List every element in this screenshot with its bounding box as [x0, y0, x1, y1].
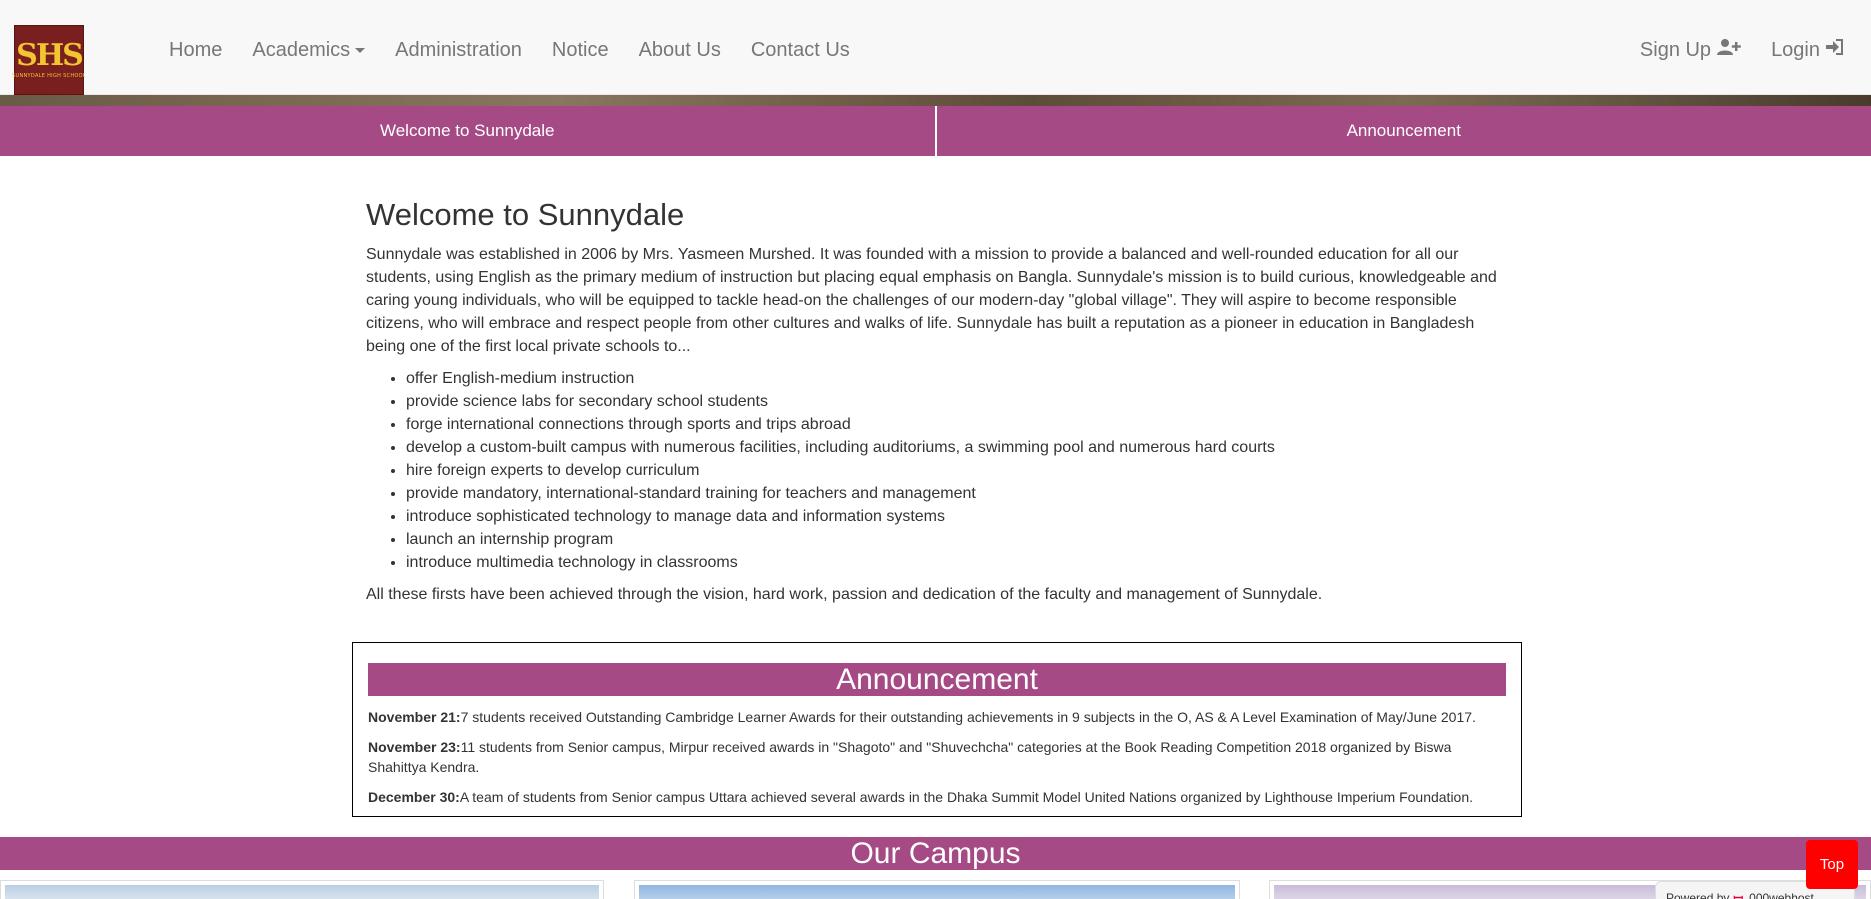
powered-label: Powered by: [1666, 891, 1730, 899]
campus-heading: Our Campus: [0, 837, 1871, 870]
announcement-item: November 23:11 students from Senior camp…: [368, 737, 1506, 777]
list-item: forge international connections through …: [406, 413, 1506, 436]
section-tabbar: Welcome to Sunnydale Announcement: [0, 106, 1871, 156]
list-item: introduce sophisticated technology to ma…: [406, 505, 1506, 528]
user-plus-icon: [1717, 38, 1741, 62]
announcement-item: December 30:A team of students from Seni…: [368, 787, 1506, 807]
webhost-logo-icon: ꟷ: [1733, 891, 1744, 899]
nav-home[interactable]: Home: [154, 39, 237, 62]
logo-mark: SHS: [16, 38, 84, 73]
nav-notice[interactable]: Notice: [537, 39, 624, 62]
welcome-section: Welcome to Sunnydale Sunnydale was estab…: [366, 197, 1506, 606]
nav-academics-label: Academics: [252, 38, 351, 61]
nav-about[interactable]: About Us: [624, 39, 736, 62]
login-link[interactable]: Login: [1756, 38, 1859, 62]
nav-administration[interactable]: Administration: [380, 39, 537, 62]
announcement-panel: Announcement November 21:7 students rece…: [352, 642, 1522, 817]
signup-label: Sign Up: [1639, 38, 1712, 61]
school-logo[interactable]: SHS SUNNYDALE HIGH SCHOOL: [12, 25, 86, 95]
list-item: hire foreign experts to develop curricul…: [406, 459, 1506, 482]
announcement-text: A team of students from Senior campus Ut…: [459, 789, 1474, 805]
list-item: develop a custom-built campus with numer…: [406, 436, 1506, 459]
nav-contact[interactable]: Contact Us: [736, 39, 865, 62]
welcome-intro: Sunnydale was established in 2006 by Mrs…: [366, 245, 1497, 355]
campus-card[interactable]: [634, 880, 1240, 899]
list-item: provide science labs for secondary schoo…: [406, 390, 1506, 413]
tab-announcement[interactable]: Announcement: [937, 106, 1871, 156]
announcement-date: November 23:: [368, 739, 461, 755]
caret-down-icon: [355, 47, 366, 53]
list-item: introduce multimedia technology in class…: [406, 551, 1506, 574]
campus-image: [639, 885, 1235, 899]
back-to-top-button[interactable]: Top: [1806, 840, 1858, 889]
announcement-text: 7 students received Outstanding Cambridg…: [460, 709, 1476, 725]
welcome-heading: Welcome to Sunnydale: [366, 197, 685, 232]
nav-academics-dropdown[interactable]: Academics: [237, 39, 380, 62]
announcement-item: November 21:7 students received Outstand…: [368, 707, 1506, 727]
announcement-date: December 30:: [368, 789, 460, 805]
top-navbar: SHS SUNNYDALE HIGH SCHOOL Home Academics…: [0, 0, 1871, 95]
welcome-outro: All these firsts have been achieved thro…: [366, 585, 1323, 603]
auth-nav: Sign Up Login: [1625, 0, 1859, 100]
powered-brand: 000webhost: [1749, 891, 1814, 899]
signup-link[interactable]: Sign Up: [1625, 38, 1756, 62]
announcement-text: 11 students from Senior campus, Mirpur r…: [368, 739, 1452, 775]
campus-card[interactable]: [0, 880, 604, 899]
tab-welcome[interactable]: Welcome to Sunnydale: [0, 106, 935, 156]
login-label: Login: [1771, 38, 1820, 61]
list-item: launch an internship program: [406, 528, 1506, 551]
firsts-list: offer English-medium instruction provide…: [406, 367, 1506, 574]
campus-image: [5, 885, 599, 899]
list-item: offer English-medium instruction: [406, 367, 1506, 390]
sign-in-icon: [1826, 38, 1844, 62]
logo-subtitle: SUNNYDALE HIGH SCHOOL: [12, 73, 86, 79]
list-item: provide mandatory, international-standar…: [406, 482, 1506, 505]
main-nav: Home Academics Administration Notice Abo…: [154, 0, 865, 100]
announcement-date: November 21:: [368, 709, 461, 725]
announcement-title: Announcement: [368, 663, 1506, 696]
